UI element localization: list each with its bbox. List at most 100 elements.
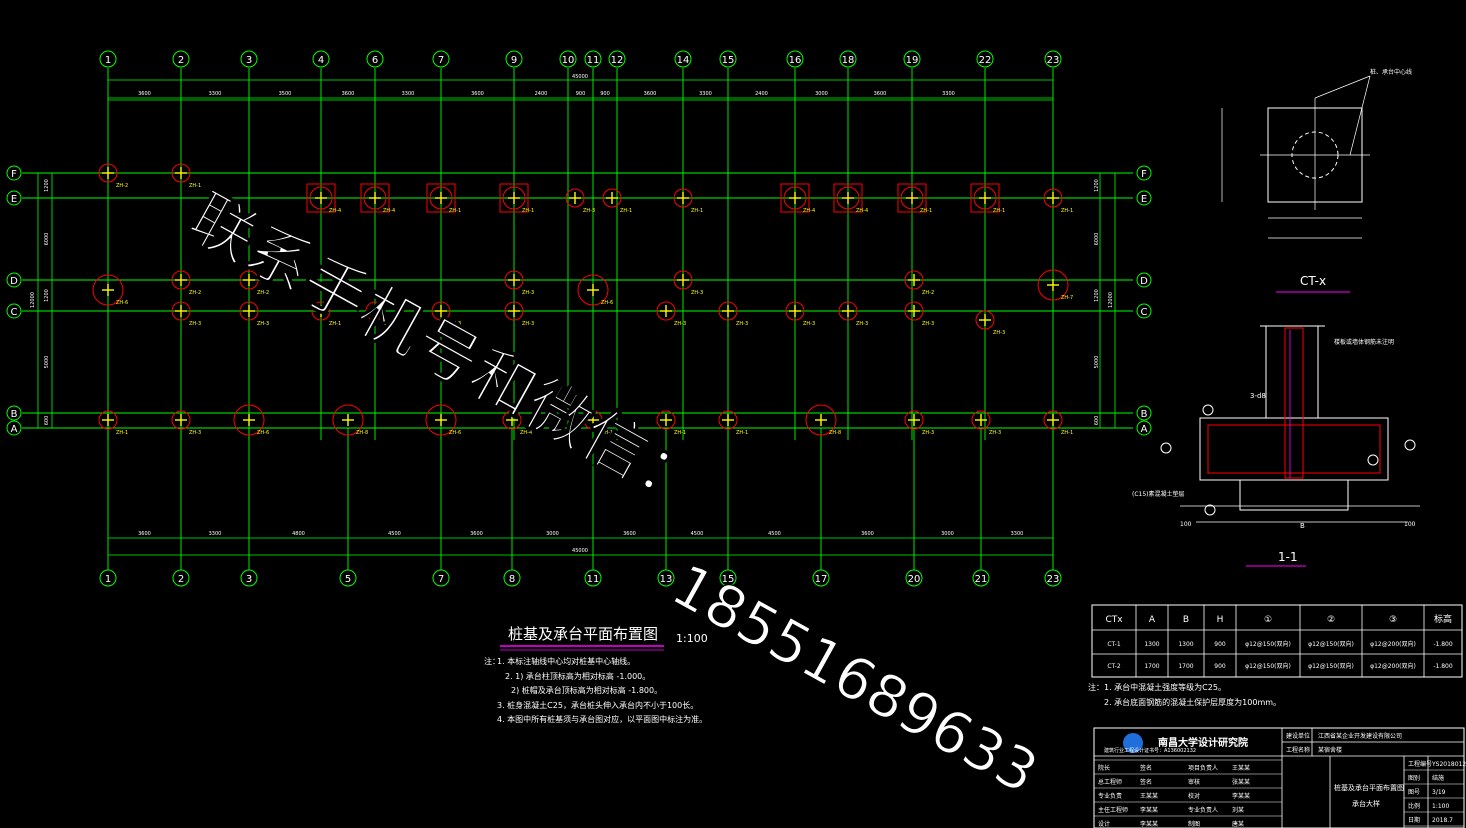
pile-label-33: ZH-3 <box>993 330 1005 336</box>
table-header-3: H <box>1217 615 1224 625</box>
tb-right-value-2: 3/19 <box>1432 789 1446 796</box>
axis-label-right-B: B <box>1141 409 1148 420</box>
table-cell-1-3: 900 <box>1214 663 1226 670</box>
top-dim-total: 45000 <box>572 74 588 80</box>
section-column-rebar <box>1284 327 1304 479</box>
top-dim-0: 3600 <box>138 91 151 97</box>
axis-label-bottom-8: 8 <box>509 574 515 585</box>
section-pile <box>1239 479 1349 511</box>
table-note-2: 2. 承台底面钢筋的混凝土保护层厚度为100mm。 <box>1104 697 1281 707</box>
axis-label-top-11: 11 <box>587 55 600 66</box>
bottom-dim-10: 3000 <box>941 531 954 537</box>
bottom-dim-0: 3600 <box>138 531 151 537</box>
section-label-top: 楼板或墙体钢筋未注明 <box>1334 338 1394 346</box>
tb-cell-2-1: 王某某 <box>1140 793 1158 800</box>
table-header-6: ③ <box>1389 615 1397 625</box>
horizontal-grid-lines <box>22 172 1133 429</box>
axis-label-bottom-5: 5 <box>345 574 351 585</box>
axis-label-top-19: 19 <box>906 55 919 66</box>
pile-label-11: ZH-1 <box>920 208 932 214</box>
pile-label-46: ZH-1 <box>1061 430 1073 436</box>
section-title: 1-1 <box>1278 550 1298 564</box>
section-mark-2 <box>1367 454 1379 466</box>
axis-label-top-22: 22 <box>979 55 992 66</box>
section-mark-3-right <box>1404 439 1416 451</box>
section-mark-3-left <box>1160 442 1172 454</box>
axis-label-top-15: 15 <box>722 55 735 66</box>
tb-cell-0-2: 项目负责人 <box>1188 764 1218 772</box>
tb-cell-2-0: 专业负责 <box>1098 792 1122 800</box>
project-label: 建设单位 <box>1286 732 1310 740</box>
ct-leader-1 <box>1314 75 1371 99</box>
pile-label-43: ZH-8 <box>829 430 841 436</box>
ct-note: 桩、承台中心线 <box>1370 68 1412 76</box>
axis-label-top-2: 2 <box>178 55 184 66</box>
axis-label-bottom-15: 15 <box>722 574 735 585</box>
table-cell-0-3: 900 <box>1214 641 1226 648</box>
item-label: 工程名称 <box>1286 746 1310 754</box>
plan-title: 桩基及承台平面布置图 <box>508 625 658 643</box>
right-dim-1: 6000 <box>1094 233 1100 246</box>
bottom-dim-4: 3600 <box>470 531 483 537</box>
top-dim-6: 2400 <box>535 91 548 97</box>
right-dim-3: 5000 <box>1094 356 1100 369</box>
right-dim-total: 12000 <box>1108 292 1114 308</box>
drawing-name: 桩基及承台平面布置图 <box>1334 783 1404 792</box>
tb-right-value-0: YS2018012 <box>1431 761 1466 768</box>
axis-label-left-E: E <box>11 194 17 205</box>
tb-cell-4-0: 设计 <box>1098 820 1110 828</box>
tb-right-value-1: 结施 <box>1432 774 1444 782</box>
left-dim-4: 600 <box>44 416 50 426</box>
axis-label-bottom-1: 1 <box>105 574 111 585</box>
pile-label-21: ZH-7 <box>1061 295 1073 301</box>
tb-right-label-2: 图号 <box>1408 789 1420 796</box>
institute-cert: 建筑行业工程设计证书号：A136002132 <box>1104 747 1196 754</box>
axis-label-left-A: A <box>11 424 18 435</box>
table-cell-1-4: φ12@150(双向) <box>1245 662 1291 670</box>
bottom-dim-2: 4800 <box>292 531 305 537</box>
axis-label-bottom-23: 23 <box>1047 574 1060 585</box>
note-line-3: 2) 桩帽及承台顶标高为相对标高 -1.800。 <box>511 685 662 695</box>
table-note-1: 注：1. 承台中混凝土强度等级为C25。 <box>1088 682 1226 692</box>
table-header-0: CTx <box>1105 615 1123 625</box>
pile-label-9: ZH-4 <box>803 208 815 214</box>
pile-label-19: ZH-3 <box>691 290 703 296</box>
table-cells: CTx A B H ① ② ③ 标高 CT-1 1300 1300 900 φ12@150(双向) φ12… <box>1105 613 1452 670</box>
top-dim-4: 3300 <box>402 91 415 97</box>
top-dim-3: 3600 <box>342 91 355 97</box>
cad-drawing-canvas: 450003600 3300 3500 3600 3300 3600 2400 900 900 3… <box>6 50 1466 828</box>
table-cell-1-7: -1.800 <box>1433 663 1453 670</box>
ct-detail: 桩、承台中心线 CT-x <box>1221 68 1412 293</box>
table-cell-1-0: CT-2 <box>1107 663 1120 670</box>
pile-symbols: ZH-2 ZH-1 ZH-4 ZH-4 ZH-1 ZH-1 ZH-3 ZH-1 ZH-1 ZH-4… <box>92 163 1073 436</box>
top-dim-7: 900 <box>576 91 586 97</box>
pile-label-17: ZH-3 <box>522 290 534 296</box>
left-dim-0: 1200 <box>44 179 50 192</box>
table-cell-1-2: 1700 <box>1178 663 1193 670</box>
section-dim-100-right: 100 <box>1404 521 1416 528</box>
axis-label-top-3: 3 <box>246 55 252 66</box>
axis-label-left-B: B <box>11 409 18 420</box>
axis-label-top-14: 14 <box>677 55 690 66</box>
bottom-dim-8: 4500 <box>768 531 781 537</box>
tb-right-value-4: 2018.7 <box>1432 817 1453 824</box>
pile-label-42: ZH-1 <box>736 430 748 436</box>
pile-label-29: ZH-3 <box>736 321 748 327</box>
item-value: 某宿舍楼 <box>1318 746 1342 754</box>
axis-label-right-E: E <box>1141 194 1147 205</box>
top-dim-5: 3600 <box>471 91 484 97</box>
tb-cell-4-1: 李某某 <box>1140 820 1158 828</box>
table-cell-1-6: φ12@200(双向) <box>1370 662 1416 670</box>
reinforcement-table: CTx A B H ① ② ③ 标高 CT-1 1300 1300 900 φ12@150(双向) φ12… <box>1088 604 1463 707</box>
pile-label-4: ZH-1 <box>449 208 461 214</box>
table-header-4: ① <box>1264 615 1272 625</box>
note-line-4: 3. 桩身混凝土C25，承台桩头伸入承台内不小于100长。 <box>497 700 698 710</box>
note-line-2: 2. 1) 承台柱顶标高为相对标高 -1.000。 <box>505 671 650 681</box>
tb-cell-3-1: 李某某 <box>1140 806 1158 814</box>
axis-label-right-F: F <box>1141 169 1147 180</box>
axis-label-left-D: D <box>10 276 18 287</box>
bottom-dim-5: 3000 <box>546 531 559 537</box>
bottom-dim-total: 45000 <box>572 548 588 554</box>
table-cell-0-2: 1300 <box>1178 641 1193 648</box>
axis-label-top-12: 12 <box>611 55 624 66</box>
